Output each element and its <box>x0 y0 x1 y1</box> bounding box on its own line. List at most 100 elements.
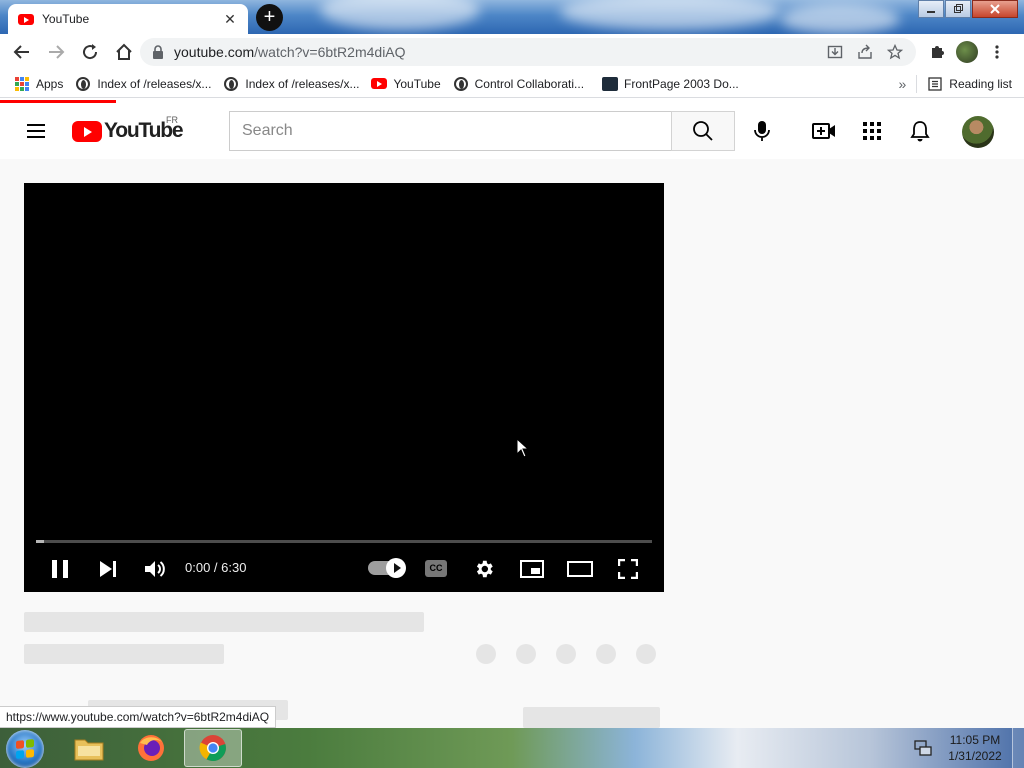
video-player[interactable]: 0:00 / 6:30 CC <box>24 183 664 592</box>
share-button[interactable] <box>850 44 880 60</box>
bookmarks-overflow-button[interactable]: » <box>899 76 907 92</box>
bookmark-star-button[interactable] <box>880 44 910 60</box>
video-plus-icon <box>812 123 835 139</box>
window-controls <box>917 0 1018 18</box>
volume-icon <box>145 561 165 577</box>
player-controls: 0:00 / 6:30 CC <box>24 547 664 587</box>
youtube-masthead: YouTube FR <box>0 103 1024 159</box>
skip-next-icon <box>100 561 116 577</box>
firefox-icon <box>138 735 164 761</box>
bookmark-releases-2[interactable]: Index of /releases/x... <box>217 70 365 98</box>
subscribe-placeholder <box>523 707 660 728</box>
voice-search-button[interactable] <box>746 115 778 147</box>
hamburger-icon <box>27 124 45 138</box>
back-button[interactable] <box>6 36 38 68</box>
action-placeholder <box>636 644 656 664</box>
theater-mode-button[interactable] <box>562 551 598 587</box>
browser-toolbar: youtube.com/watch?v=6btR2m4diAQ <box>0 34 1024 70</box>
chrome-icon <box>199 735 226 762</box>
browser-tab-youtube[interactable]: YouTube ✕ <box>8 4 248 34</box>
bookmark-frontpage[interactable]: FrontPage 2003 Do... <box>596 70 745 98</box>
forward-button[interactable] <box>40 36 72 68</box>
taskbar-file-explorer[interactable] <box>60 729 118 767</box>
account-avatar[interactable] <box>962 116 994 148</box>
tab-title: YouTube <box>42 12 90 26</box>
bookmark-label: Control Collaborati... <box>474 76 585 91</box>
url-host: youtube.com <box>174 44 255 60</box>
autoplay-play-icon <box>386 558 406 578</box>
windows-logo-icon <box>16 739 34 759</box>
gear-icon <box>476 560 493 578</box>
star-icon <box>887 44 903 60</box>
youtube-logo[interactable]: YouTube FR <box>72 115 184 143</box>
show-desktop-button[interactable] <box>1012 728 1024 768</box>
install-app-button[interactable] <box>820 44 850 60</box>
mute-button[interactable] <box>137 551 173 587</box>
arrow-left-icon <box>13 45 29 59</box>
new-tab-button[interactable]: + <box>256 4 283 31</box>
subtitles-button[interactable]: CC <box>425 560 447 577</box>
start-button[interactable] <box>6 730 44 768</box>
buffered-bar <box>36 540 44 543</box>
more-vertical-icon <box>995 45 999 59</box>
bookmark-label: Index of /releases/x... <box>97 76 212 91</box>
network-tray-button[interactable] <box>914 739 932 757</box>
create-video-button[interactable] <box>812 119 836 143</box>
bookmark-releases-1[interactable]: Index of /releases/x... <box>69 70 217 98</box>
bookmark-youtube[interactable]: YouTube <box>365 70 446 98</box>
system-clock[interactable]: 11:05 PM 1/31/2022 <box>940 732 1010 764</box>
address-bar[interactable]: youtube.com/watch?v=6btR2m4diAQ <box>140 38 916 66</box>
apps-button[interactable] <box>860 119 884 143</box>
profile-button[interactable] <box>952 36 982 68</box>
lock-icon <box>152 45 166 59</box>
search-button[interactable] <box>671 111 735 151</box>
chrome-menu-button[interactable] <box>982 36 1012 68</box>
autoplay-toggle[interactable] <box>368 558 406 578</box>
extensions-button[interactable] <box>922 36 952 68</box>
search-input[interactable] <box>229 111 671 151</box>
bookmark-control-collaboration[interactable]: Control Collaborati... <box>447 70 590 98</box>
video-progress-bar[interactable] <box>36 540 652 543</box>
reading-list-icon <box>927 76 943 92</box>
apps-grid-icon <box>14 76 30 92</box>
address-bar-actions <box>820 38 910 66</box>
settings-button[interactable] <box>466 551 502 587</box>
frontpage-icon <box>602 76 619 92</box>
miniplayer-button[interactable] <box>514 551 550 587</box>
pause-button[interactable] <box>42 551 78 587</box>
youtube-favicon-icon <box>18 13 34 25</box>
toolbar-right <box>922 36 1012 68</box>
bookmark-apps[interactable]: Apps <box>8 70 69 98</box>
action-placeholder <box>516 644 536 664</box>
bookmarks-bar: Apps Index of /releases/x... Index of /r… <box>0 70 1024 98</box>
guide-menu-button[interactable] <box>24 119 48 143</box>
wallpaper-cloud <box>320 0 480 30</box>
taskbar-firefox[interactable] <box>122 729 180 767</box>
minimize-button[interactable] <box>918 0 944 18</box>
notifications-button[interactable] <box>908 119 932 143</box>
theater-icon <box>567 561 593 577</box>
tab-close-button[interactable]: ✕ <box>222 11 238 27</box>
close-window-button[interactable] <box>972 0 1018 18</box>
globe-icon <box>223 76 239 92</box>
views-placeholder <box>24 644 224 664</box>
reload-button[interactable] <box>74 36 106 68</box>
close-icon <box>990 4 1000 14</box>
reading-list-button[interactable]: Reading list <box>927 70 1012 98</box>
taskbar-chrome[interactable] <box>184 729 242 767</box>
title-placeholder <box>24 612 424 632</box>
restore-button[interactable] <box>945 0 971 18</box>
browser-title-bar: YouTube ✕ + <box>0 0 1024 34</box>
fullscreen-button[interactable] <box>610 551 646 587</box>
url-path: /watch?v=6btR2m4diAQ <box>254 44 406 60</box>
divider <box>916 75 918 93</box>
restore-icon <box>954 4 963 13</box>
next-video-button[interactable] <box>90 551 126 587</box>
home-button[interactable] <box>108 36 140 68</box>
miniplayer-icon <box>520 560 544 578</box>
arrow-right-icon <box>49 45 65 59</box>
time-display: 0:00 / 6:30 <box>185 560 247 575</box>
microphone-icon <box>754 121 770 141</box>
bookmark-label: Index of /releases/x... <box>245 76 360 91</box>
youtube-play-logo-icon <box>72 120 102 142</box>
